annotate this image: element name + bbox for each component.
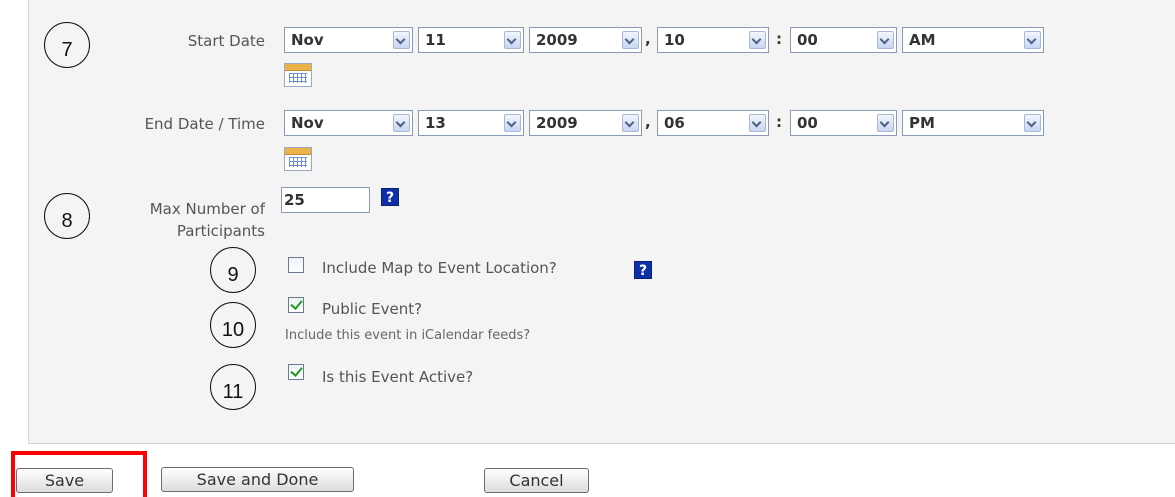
chevron-down-icon[interactable]: [877, 114, 894, 132]
calendar-icon[interactable]: [284, 63, 312, 87]
include-map-label: Include Map to Event Location?: [322, 259, 557, 277]
end-year-value: 2009: [536, 114, 578, 132]
end-minute-value: 00: [797, 114, 818, 132]
public-event-hint: Include this event in iCalendar feeds?: [285, 328, 531, 343]
start-year-value: 2009: [536, 31, 578, 49]
annotation-7: 7: [44, 22, 90, 68]
time-colon: :: [776, 113, 782, 131]
start-month-value: Nov: [291, 31, 324, 49]
start-day-select[interactable]: 11: [418, 27, 524, 53]
end-hour-select[interactable]: 06: [657, 110, 769, 136]
chevron-down-icon[interactable]: [393, 114, 410, 132]
start-minute-value: 00: [797, 31, 818, 49]
start-day-value: 11: [425, 31, 446, 49]
event-active-checkbox[interactable]: [288, 364, 304, 380]
start-month-select[interactable]: Nov: [284, 27, 413, 53]
max-participants-label: Max Number of: [149, 200, 265, 218]
start-hour-value: 10: [664, 31, 685, 49]
cancel-button[interactable]: Cancel: [484, 468, 589, 493]
chevron-down-icon[interactable]: [1024, 114, 1041, 132]
end-minute-select[interactable]: 00: [790, 110, 897, 136]
chevron-down-icon[interactable]: [622, 31, 639, 49]
end-day-select[interactable]: 13: [418, 110, 524, 136]
public-event-label: Public Event?: [322, 300, 423, 318]
annotation-11: 11: [210, 364, 256, 410]
end-month-select[interactable]: Nov: [284, 110, 413, 136]
help-icon[interactable]: ?: [634, 261, 652, 279]
end-year-select[interactable]: 2009: [529, 110, 642, 136]
chevron-down-icon[interactable]: [622, 114, 639, 132]
start-minute-select[interactable]: 00: [790, 27, 897, 53]
save-and-done-button[interactable]: Save and Done: [161, 467, 354, 492]
start-ampm-value: AM: [909, 31, 936, 49]
end-month-value: Nov: [291, 114, 324, 132]
start-hour-select[interactable]: 10: [657, 27, 769, 53]
chevron-down-icon[interactable]: [504, 114, 521, 132]
date-comma: ,: [645, 30, 651, 48]
public-event-checkbox[interactable]: [288, 297, 304, 313]
start-ampm-select[interactable]: AM: [902, 27, 1044, 53]
chevron-down-icon[interactable]: [504, 31, 521, 49]
chevron-down-icon[interactable]: [749, 31, 766, 49]
chevron-down-icon[interactable]: [877, 31, 894, 49]
max-participants-input[interactable]: 25: [281, 187, 370, 213]
time-colon: :: [776, 30, 782, 48]
annotation-9: 9: [210, 247, 256, 293]
start-year-select[interactable]: 2009: [529, 27, 642, 53]
start-date-label: Start Date: [187, 32, 265, 50]
annotation-8: 8: [44, 193, 90, 239]
save-highlight-box: [11, 451, 147, 497]
chevron-down-icon[interactable]: [1024, 31, 1041, 49]
end-date-label: End Date / Time: [144, 115, 265, 133]
annotation-10: 10: [210, 302, 256, 348]
chevron-down-icon[interactable]: [749, 114, 766, 132]
help-icon[interactable]: ?: [381, 188, 399, 206]
date-comma: ,: [645, 113, 651, 131]
max-participants-label-2: Participants: [176, 222, 265, 240]
end-day-value: 13: [425, 114, 446, 132]
end-ampm-select[interactable]: PM: [902, 110, 1044, 136]
include-map-checkbox[interactable]: [288, 257, 304, 273]
calendar-icon[interactable]: [284, 147, 312, 171]
end-ampm-value: PM: [909, 114, 935, 132]
event-active-label: Is this Event Active?: [322, 368, 474, 386]
end-hour-value: 06: [664, 114, 685, 132]
chevron-down-icon[interactable]: [393, 31, 410, 49]
